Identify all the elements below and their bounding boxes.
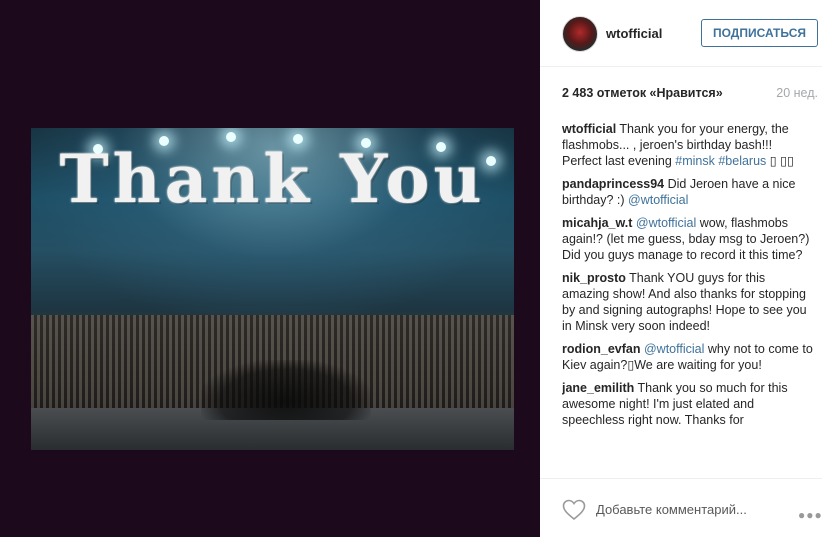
comment-item: nik_prosto Thank YOU guys for this amazi… [562,270,814,334]
photo-overlay-text: Thank You [59,140,486,218]
likes-row: 2 483 отметок «Нравится» 20 нед. [562,86,818,100]
media-pane: Thank You [0,0,540,537]
ellipsis-icon[interactable]: ●●● [798,508,822,522]
comment-author[interactable]: micahja_w.t [562,216,632,230]
comment-author[interactable]: wtofficial [562,122,616,136]
follow-button[interactable]: ПОДПИСАТЬСЯ [701,19,818,47]
comment-author[interactable]: nik_prosto [562,271,626,285]
comment-author[interactable]: jane_emilith [562,381,634,395]
comment-item: pandaprincess94 Did Jeroen have a nice b… [562,176,814,208]
comment-author[interactable]: rodion_evfan [562,342,641,356]
post-footer: Добавьте комментарий... ●●● [540,478,822,538]
hashtag-link[interactable]: #minsk [675,154,715,168]
post-photo[interactable]: Thank You [31,128,514,450]
comment-item: jane_emilith Thank you so much for this … [562,380,814,428]
comment-item: wtofficial Thank you for your energy, th… [562,121,814,169]
add-comment-input[interactable]: Добавьте комментарий... [596,502,747,517]
author-username[interactable]: wtofficial [606,26,662,41]
heart-icon[interactable] [562,499,586,521]
post-sidebar: wtofficial ПОДПИСАТЬСЯ 2 483 отметок «Нр… [540,0,822,537]
comment-author[interactable]: pandaprincess94 [562,177,664,191]
comment-item: micahja_w.t @wtofficial wow, flashmobs a… [562,215,814,263]
mention-link[interactable]: @wtofficial [644,342,704,356]
post-age[interactable]: 20 нед. [776,86,818,100]
band-silhouettes [201,360,371,420]
post-header: wtofficial ПОДПИСАТЬСЯ [540,0,822,67]
avatar[interactable] [562,16,598,52]
comment-text: ▯ ▯▯ [766,154,794,168]
mention-link[interactable]: @wtofficial [628,193,688,207]
comments-list[interactable]: wtofficial Thank you for your energy, th… [562,121,814,479]
hashtag-link[interactable]: #belarus [718,154,766,168]
mention-link[interactable]: @wtofficial [636,216,696,230]
comment-item: rodion_evfan @wtofficial why not to come… [562,341,814,373]
likes-count[interactable]: 2 483 отметок «Нравится» [562,86,723,100]
